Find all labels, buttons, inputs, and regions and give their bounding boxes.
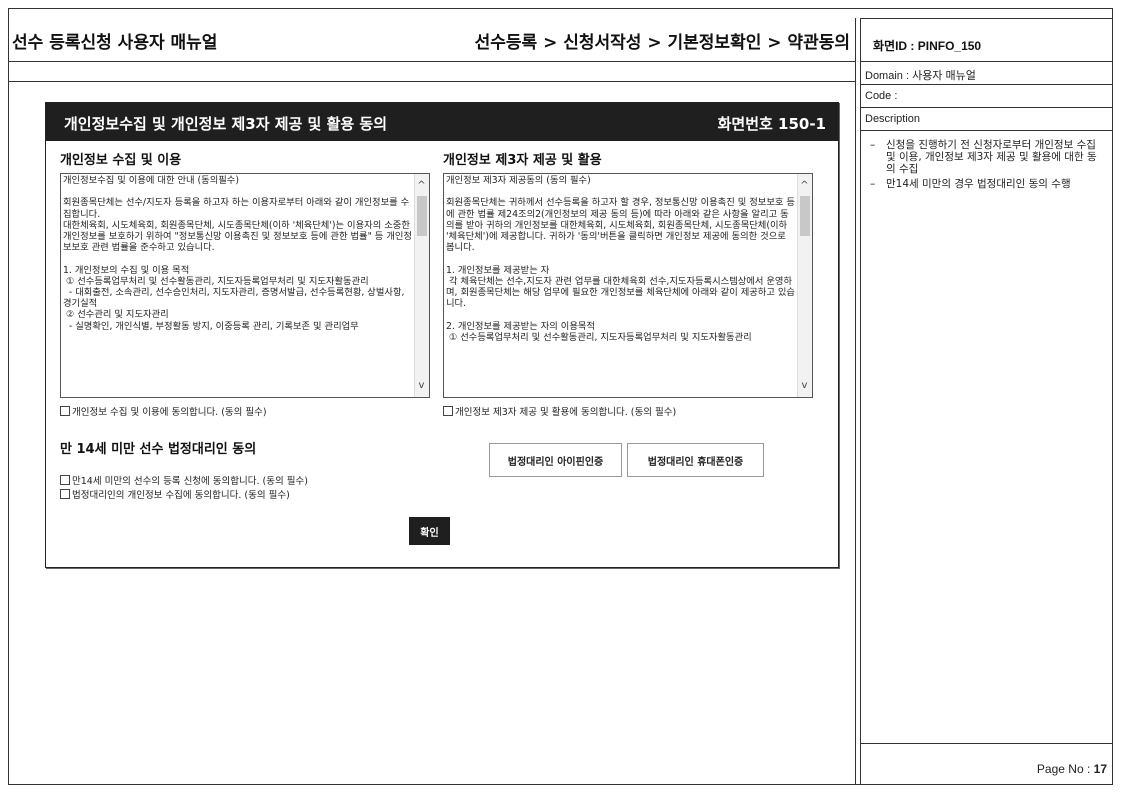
minor-agree-label: 만14세 미만의 선수의 등록 신청에 동의합니다. (동의 필수)	[72, 476, 308, 487]
collection-terms-box[interactable]: 개인정보수집 및 이용에 대한 안내 (동의필수) 회원종목단체는 선수/지도자…	[60, 173, 430, 398]
page-label: Page No :	[1036, 762, 1091, 776]
page-number-value: 17	[1093, 762, 1107, 776]
checkbox-icon[interactable]	[443, 406, 453, 416]
modal-title: 개인정보수집 및 개인정보 제3자 제공 및 활용 동의	[64, 115, 387, 133]
modal-header: 개인정보수집 및 개인정보 제3자 제공 및 활용 동의 화면번호 150-1	[46, 103, 838, 141]
third-party-terms-box[interactable]: 개인정보 제3자 제공동의 (동의 필수) 회원종목단체는 귀하께서 선수등록을…	[443, 173, 813, 398]
scroll-up-icon[interactable]: ^	[799, 180, 810, 191]
scroll-down-icon[interactable]: v	[416, 380, 427, 391]
side-divider	[860, 743, 1113, 744]
collection-agree-checkbox[interactable]: 개인정보 수집 및 이용에 동의합니다. (동의 필수)	[60, 404, 434, 418]
header-row: 선수 등록신청 사용자 매뉴얼 선수등록 > 신청서작성 > 기본정보확인 > …	[8, 18, 856, 62]
checkbox-icon[interactable]	[60, 489, 70, 499]
third-party-terms-text: 개인정보 제3자 제공동의 (동의 필수) 회원종목단체는 귀하께서 선수등록을…	[446, 175, 795, 343]
scroll-down-icon[interactable]: v	[799, 380, 810, 391]
scroll-thumb[interactable]	[800, 196, 810, 236]
third-party-section: 개인정보 제3자 제공 및 활용 개인정보 제3자 제공동의 (동의 필수) 회…	[443, 149, 817, 418]
guardian-agree-checkbox[interactable]: 법정대리인의 개인정보 수집에 동의합니다. (동의 필수)	[60, 487, 290, 501]
third-party-agree-checkbox[interactable]: 개인정보 제3자 제공 및 활용에 동의합니다. (동의 필수)	[443, 404, 817, 418]
consent-modal: 개인정보수집 및 개인정보 제3자 제공 및 활용 동의 화면번호 150-1 …	[45, 102, 839, 568]
guardian-title: 만 14세 미만 선수 법정대리인 동의	[60, 442, 257, 457]
scroll-thumb[interactable]	[417, 196, 427, 236]
guardian-agree-label: 법정대리인의 개인정보 수집에 동의합니다. (동의 필수)	[72, 490, 290, 501]
checkbox-icon[interactable]	[60, 475, 70, 485]
third-party-title: 개인정보 제3자 제공 및 활용	[443, 153, 602, 168]
breadcrumb: 선수등록 > 신청서작성 > 기본정보확인 > 약관동의	[474, 33, 850, 53]
sub-header-row	[8, 62, 856, 82]
doc-title: 선수 등록신청 사용자 매뉴얼	[12, 33, 218, 53]
collection-agree-label: 개인정보 수집 및 이용에 동의합니다. (동의 필수)	[72, 407, 267, 418]
collection-title: 개인정보 수집 및 이용	[60, 153, 182, 168]
scrollbar[interactable]: ^ v	[414, 174, 429, 397]
side-panel-border	[860, 18, 1113, 785]
collection-terms-text: 개인정보수집 및 이용에 대한 안내 (동의필수) 회원종목단체는 선수/지도자…	[63, 175, 412, 332]
checkbox-icon[interactable]	[60, 406, 70, 416]
screen-number: 화면번호 150-1	[717, 115, 826, 133]
scrollbar[interactable]: ^ v	[797, 174, 812, 397]
third-party-agree-label: 개인정보 제3자 제공 및 활용에 동의합니다. (동의 필수)	[455, 407, 677, 418]
minor-agree-checkbox[interactable]: 만14세 미만의 선수의 등록 신청에 동의합니다. (동의 필수)	[60, 473, 308, 487]
guardian-ipin-button[interactable]: 법정대리인 아이핀인증	[489, 443, 622, 477]
collection-section: 개인정보 수집 및 이용 개인정보수집 및 이용에 대한 안내 (동의필수) 회…	[60, 149, 434, 418]
confirm-button[interactable]: 확인	[409, 517, 450, 545]
scroll-up-icon[interactable]: ^	[416, 180, 427, 191]
page-number: Page No : 17	[1037, 762, 1107, 776]
guardian-phone-button[interactable]: 법정대리인 휴대폰인증	[627, 443, 764, 477]
